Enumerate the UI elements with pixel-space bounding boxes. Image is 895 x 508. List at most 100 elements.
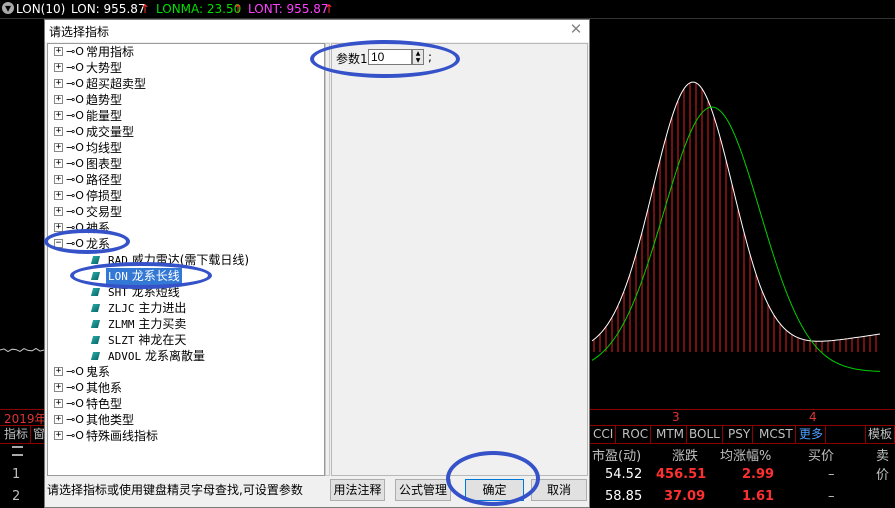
status-text: 请选择指标或使用键盘精灵字母查找,可设置参数 — [47, 483, 303, 497]
tree-leaf[interactable]: SHT 龙系短线 — [48, 284, 324, 300]
tree-scrollbar[interactable] — [325, 43, 330, 476]
tree-group[interactable]: + ⊸O 交易型 — [48, 204, 324, 220]
expand-icon[interactable]: + — [54, 175, 63, 184]
key-icon: ⊸O — [66, 93, 84, 106]
tree-group[interactable]: + ⊸O 其他类型 — [48, 412, 324, 428]
tree-leaf-label: ZLMM 主力买卖 — [106, 316, 188, 333]
row-change: 456.51 — [656, 467, 707, 482]
tree-leaf[interactable]: SLZT 神龙在天 — [48, 332, 324, 348]
tree-leaf-label: ZLJC 主力进出 — [106, 300, 188, 317]
tree-leaf[interactable]: ZLJC 主力进出 — [48, 300, 324, 316]
leaf-name: 主力进出 — [138, 301, 187, 315]
tree-group-label: 成交量型 — [86, 125, 135, 139]
tab-cci[interactable]: CCI — [591, 426, 617, 443]
expand-icon[interactable]: + — [54, 47, 63, 56]
chevron-down-icon[interactable]: ▾ — [2, 2, 14, 14]
tab-more[interactable]: 更多 — [797, 426, 827, 443]
row-pe: 58.85 — [605, 489, 643, 504]
tree-group-label: 图表型 — [86, 157, 123, 171]
expand-icon[interactable]: + — [54, 159, 63, 168]
key-icon: ⊸O — [66, 141, 84, 154]
lon-line — [591, 81, 881, 342]
indicator-tree[interactable]: + ⊸O 常用指标 + ⊸O 大势型 + ⊸O 超买超卖型 + ⊸O 趋势型 + ⊸O 能量型 + ⊸O 成交量型… — [47, 43, 325, 476]
key-icon: ⊸O — [66, 429, 84, 442]
formula-manage-button[interactable]: 公式管理 — [395, 479, 451, 501]
leaf-code: ADVOL — [108, 350, 142, 363]
key-icon: ⊸O — [66, 157, 84, 170]
tree-group[interactable]: + ⊸O 常用指标 — [48, 44, 324, 60]
header-pe[interactable]: 市盈(动) — [592, 445, 641, 464]
lon-up-arrow: ↑ — [140, 2, 151, 16]
tree-group-label: 特色型 — [86, 397, 123, 411]
row-bid: – — [828, 467, 835, 482]
tab-boll[interactable]: BOLL — [687, 426, 723, 443]
tree-group-label: 均线型 — [86, 141, 123, 155]
key-icon: ⊸O — [66, 45, 84, 58]
lont-value: LONT: 955.87 — [248, 2, 329, 16]
highlight-param — [310, 40, 460, 78]
expand-icon[interactable]: + — [54, 431, 63, 440]
tree-group[interactable]: + ⊸O 大势型 — [48, 60, 324, 76]
tab-indicator[interactable]: 指标 — [2, 426, 32, 443]
expand-icon[interactable]: + — [54, 79, 63, 88]
key-icon: ⊸O — [66, 77, 84, 90]
tree-group[interactable]: + ⊸O 均线型 — [48, 140, 324, 156]
tab-mtm[interactable]: MTM — [654, 426, 688, 443]
expand-icon[interactable]: + — [54, 95, 63, 104]
row-index: 2 — [12, 489, 21, 504]
highlight-lon-leaf — [70, 262, 212, 289]
tree-group[interactable]: + ⊸O 停损型 — [48, 188, 324, 204]
expand-icon[interactable]: + — [54, 191, 63, 200]
header-change[interactable]: 涨跌 — [672, 445, 698, 464]
leaf-name: 龙系离散量 — [144, 349, 205, 363]
leaf-name: 主力买卖 — [138, 317, 187, 331]
tab-template[interactable]: 模板 — [865, 426, 895, 443]
tree-group-label: 鬼系 — [86, 365, 111, 379]
expand-icon[interactable]: + — [54, 207, 63, 216]
tree-group[interactable]: + ⊸O 特色型 — [48, 396, 324, 412]
menu-icon[interactable] — [12, 446, 23, 456]
tab-mcst[interactable]: MCST — [757, 426, 796, 443]
key-icon: ⊸O — [66, 125, 84, 138]
axis-tick-3: 3 — [672, 410, 680, 424]
param-panel: 参数1: ▲▼ ; — [331, 43, 588, 476]
expand-icon[interactable]: + — [54, 111, 63, 120]
formula-icon — [90, 320, 101, 328]
tree-leaf[interactable]: ADVOL 龙系离散量 — [48, 348, 324, 364]
tree-group-label: 超买超卖型 — [86, 77, 147, 91]
tab-psy[interactable]: PSY — [726, 426, 754, 443]
expand-icon[interactable]: + — [54, 367, 63, 376]
tree-group-label: 其他类型 — [86, 413, 135, 427]
lonma-up-arrow: ↑ — [233, 2, 244, 16]
tab-roc[interactable]: ROC — [620, 426, 652, 443]
close-icon[interactable]: ✕ — [569, 22, 583, 37]
tree-group[interactable]: + ⊸O 其他系 — [48, 380, 324, 396]
header-avg-change[interactable]: 均涨幅% — [720, 445, 771, 464]
header-bid[interactable]: 买价 — [808, 445, 834, 464]
tree-group[interactable]: + ⊸O 趋势型 — [48, 92, 324, 108]
tree-leaf[interactable]: ZLMM 主力买卖 — [48, 316, 324, 332]
formula-icon — [90, 256, 101, 264]
expand-icon[interactable]: + — [54, 63, 63, 72]
tree-group[interactable]: + ⊸O 图表型 — [48, 156, 324, 172]
expand-icon[interactable]: + — [54, 415, 63, 424]
expand-icon[interactable]: + — [54, 127, 63, 136]
dialog-titlebar[interactable]: 请选择指标 ✕ — [45, 20, 589, 42]
indicator-name[interactable]: LON(10) — [16, 2, 65, 16]
tree-group[interactable]: + ⊸O 特殊画线指标 — [48, 428, 324, 444]
leaf-code: ZLMM — [108, 318, 135, 331]
row-avg-change: 2.99 — [742, 467, 775, 482]
tree-group[interactable]: + ⊸O 超买超卖型 — [48, 76, 324, 92]
lont-up-arrow: ↑ — [324, 2, 335, 16]
tree-group[interactable]: + ⊸O 鬼系 — [48, 364, 324, 380]
expand-icon[interactable]: + — [54, 383, 63, 392]
expand-icon[interactable]: + — [54, 399, 63, 408]
formula-icon — [90, 336, 101, 344]
expand-icon[interactable]: + — [54, 143, 63, 152]
lon-line-left — [0, 347, 45, 353]
tree-group-label: 大势型 — [86, 61, 123, 75]
tree-group[interactable]: + ⊸O 路径型 — [48, 172, 324, 188]
usage-notes-button[interactable]: 用法注释 — [330, 479, 385, 501]
tree-group[interactable]: + ⊸O 成交量型 — [48, 124, 324, 140]
tree-group[interactable]: + ⊸O 能量型 — [48, 108, 324, 124]
